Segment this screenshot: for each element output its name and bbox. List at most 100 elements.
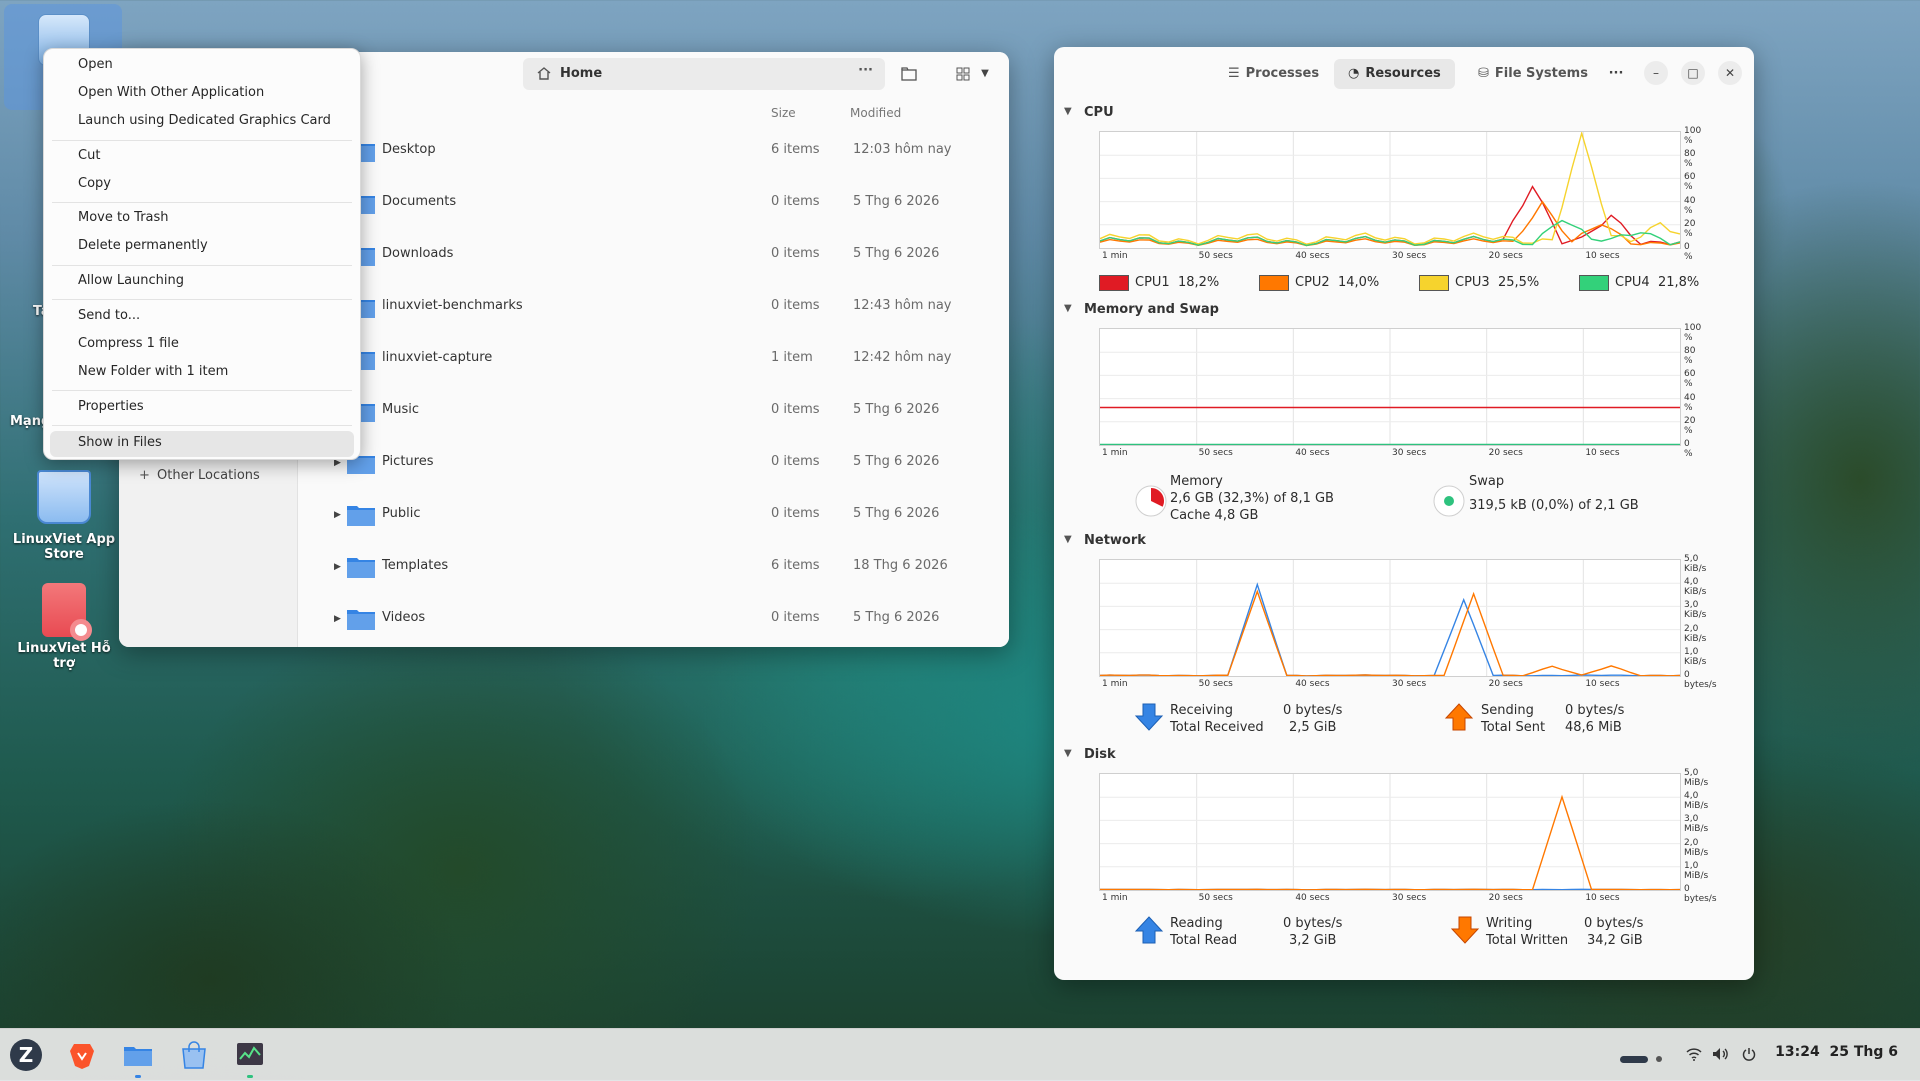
swap-pie-icon: [1433, 485, 1465, 517]
file-row[interactable]: ▶Templates6 items18 Thg 6 2026☆: [298, 542, 1009, 594]
volume-icon[interactable]: [1712, 1047, 1730, 1065]
file-row[interactable]: ▶Public0 items5 Thg 6 2026☆: [298, 490, 1009, 542]
section-network[interactable]: ▼ Network: [1064, 533, 1146, 548]
minimize-button[interactable]: –: [1644, 61, 1668, 85]
file-row[interactable]: ▶Documents0 items5 Thg 6 2026☆: [298, 178, 1009, 230]
x-tick-label: 40 secs: [1295, 448, 1330, 458]
y-tick-label: 3,0 KiB/s: [1684, 600, 1707, 621]
menu-separator: [52, 425, 352, 426]
file-row[interactable]: ▶linuxviet-capture1 item12:42 hôm nay☆: [298, 334, 1009, 386]
y-tick-label: 0 %: [1684, 242, 1693, 262]
file-modified: 12:43 hôm nay: [853, 298, 952, 313]
menu-item-move-to-trash[interactable]: Move to Trash: [78, 210, 169, 225]
file-size: 1 item: [771, 350, 813, 365]
wifi-icon[interactable]: [1686, 1047, 1702, 1065]
desktop-icon-app-store[interactable]: LinuxViet App Store: [12, 470, 116, 562]
tab-label: Processes: [1245, 66, 1320, 81]
file-row[interactable]: ▶Downloads0 items5 Thg 6 2026☆: [298, 230, 1009, 282]
expander-icon[interactable]: ▶: [334, 562, 341, 572]
tab-resources[interactable]: ◔ Resources: [1334, 59, 1455, 89]
close-button[interactable]: ✕: [1718, 61, 1742, 85]
file-row[interactable]: ▶Pictures0 items5 Thg 6 2026☆: [298, 438, 1009, 490]
legend-swatch[interactable]: [1419, 275, 1449, 291]
taskbar-system-monitor[interactable]: [234, 1039, 266, 1078]
maximize-button[interactable]: □: [1681, 61, 1705, 85]
total-read-label: Total Read: [1170, 933, 1238, 948]
home-icon: [537, 67, 551, 80]
menu-item-open[interactable]: Open: [78, 57, 113, 72]
file-modified: 18 Thg 6 2026: [853, 558, 948, 573]
taskbar-app-store[interactable]: [178, 1039, 210, 1071]
file-name: linuxviet-capture: [382, 350, 493, 365]
section-memory-swap[interactable]: ▼ Memory and Swap: [1064, 302, 1219, 317]
graph-plot: [1100, 329, 1680, 446]
minimize-icon: –: [1653, 66, 1659, 80]
power-icon[interactable]: [1742, 1047, 1756, 1065]
menu-item-launch-dedicated-gpu[interactable]: Launch using Dedicated Graphics Card: [78, 113, 331, 128]
menu-item-compress[interactable]: Compress 1 file: [78, 336, 179, 351]
chevron-down-icon: ▼: [981, 68, 989, 79]
menu-item-copy[interactable]: Copy: [78, 176, 111, 191]
file-row[interactable]: ▶Videos0 items5 Thg 6 2026☆: [298, 594, 1009, 646]
menu-item-cut[interactable]: Cut: [78, 148, 100, 163]
column-header-size[interactable]: Size: [771, 106, 796, 120]
x-tick-label: 20 secs: [1488, 893, 1523, 903]
tab-processes[interactable]: ☰ Processes: [1214, 59, 1333, 89]
section-cpu[interactable]: ▼ CPU: [1064, 105, 1114, 120]
taskbar-browser[interactable]: [66, 1039, 98, 1071]
graph-plot: [1099, 774, 1681, 891]
menu-item-allow-launching[interactable]: Allow Launching: [78, 273, 184, 288]
menu-item-show-in-files[interactable]: Show in Files: [78, 435, 162, 450]
y-tick-label: 1,0 MiB/s: [1684, 860, 1709, 881]
column-header-modified[interactable]: Modified: [850, 106, 901, 120]
new-folder-view-button[interactable]: [895, 60, 923, 88]
desktop-icon-help[interactable]: LinuxViet Hỗ trợ: [12, 583, 116, 671]
workspace-indicator[interactable]: [1620, 1051, 1663, 1067]
y-tick-label: 60 %: [1684, 172, 1696, 193]
network-graph: 5,0 KiB/s 4,0 KiB/s 3,0 KiB/s 2,0 KiB/s 1,0 …: [1099, 554, 1717, 690]
y-tick-label: 1,0 KiB/s: [1684, 646, 1707, 667]
taskbar-files[interactable]: [122, 1039, 154, 1078]
menu-separator: [52, 299, 352, 300]
x-tick-label: 1 min: [1102, 448, 1128, 458]
sending-rate: 0 bytes/s: [1565, 703, 1625, 718]
y-tick-label: 60 %: [1684, 369, 1696, 390]
legend-swatch[interactable]: [1579, 275, 1609, 291]
x-tick-label: 20 secs: [1488, 251, 1523, 261]
menu-item-delete-permanently[interactable]: Delete permanently: [78, 238, 208, 253]
writing-rate: 0 bytes/s: [1584, 916, 1644, 931]
x-tick-label: 10 secs: [1585, 893, 1620, 903]
legend-swatch[interactable]: [1099, 275, 1129, 291]
section-disk[interactable]: ▼ Disk: [1064, 747, 1116, 762]
file-name: linuxviet-benchmarks: [382, 298, 523, 313]
path-menu-button[interactable]: ···: [858, 63, 873, 78]
clock[interactable]: 13:24 25 Thg 6: [1775, 1044, 1898, 1060]
plus-icon: +: [139, 468, 150, 483]
expander-icon[interactable]: ▶: [334, 614, 341, 624]
sidebar-item-other-locations[interactable]: + Other Locations: [139, 468, 260, 483]
path-bar[interactable]: Home ···: [523, 58, 885, 90]
y-tick-label: 3,0 MiB/s: [1684, 814, 1709, 835]
file-name: Templates: [382, 558, 449, 573]
view-options-dropdown[interactable]: ▼: [971, 60, 999, 88]
menu-item-send-to[interactable]: Send to...: [78, 308, 140, 323]
x-tick-label: 50 secs: [1198, 679, 1233, 689]
menu-item-new-folder-with-item[interactable]: New Folder with 1 item: [78, 364, 228, 379]
clock-time: 13:24: [1775, 1044, 1820, 1060]
file-size: 6 items: [771, 558, 820, 573]
total-received-value: 2,5 GiB: [1289, 720, 1337, 735]
legend-swatch[interactable]: [1259, 275, 1289, 291]
file-modified: 12:03 hôm nay: [853, 142, 952, 157]
tab-file-systems[interactable]: ⛁ File Systems: [1464, 59, 1602, 89]
y-tick-label: 0 bytes/s: [1684, 670, 1717, 690]
file-row[interactable]: ▶linuxviet-benchmarks0 items12:43 hôm na…: [298, 282, 1009, 334]
file-row[interactable]: ▶Music0 items5 Thg 6 2026☆: [298, 386, 1009, 438]
menu-item-open-with[interactable]: Open With Other Application: [78, 85, 264, 100]
more-menu-button[interactable]: ···: [1602, 60, 1630, 88]
file-modified: 5 Thg 6 2026: [853, 454, 940, 469]
app-menu-button[interactable]: Z: [10, 1039, 42, 1071]
menu-item-properties[interactable]: Properties: [78, 399, 144, 414]
expander-icon[interactable]: ▶: [334, 510, 341, 520]
folder-icon: [124, 1047, 152, 1066]
file-row[interactable]: ▶Desktop6 items12:03 hôm nay☆: [298, 126, 1009, 178]
